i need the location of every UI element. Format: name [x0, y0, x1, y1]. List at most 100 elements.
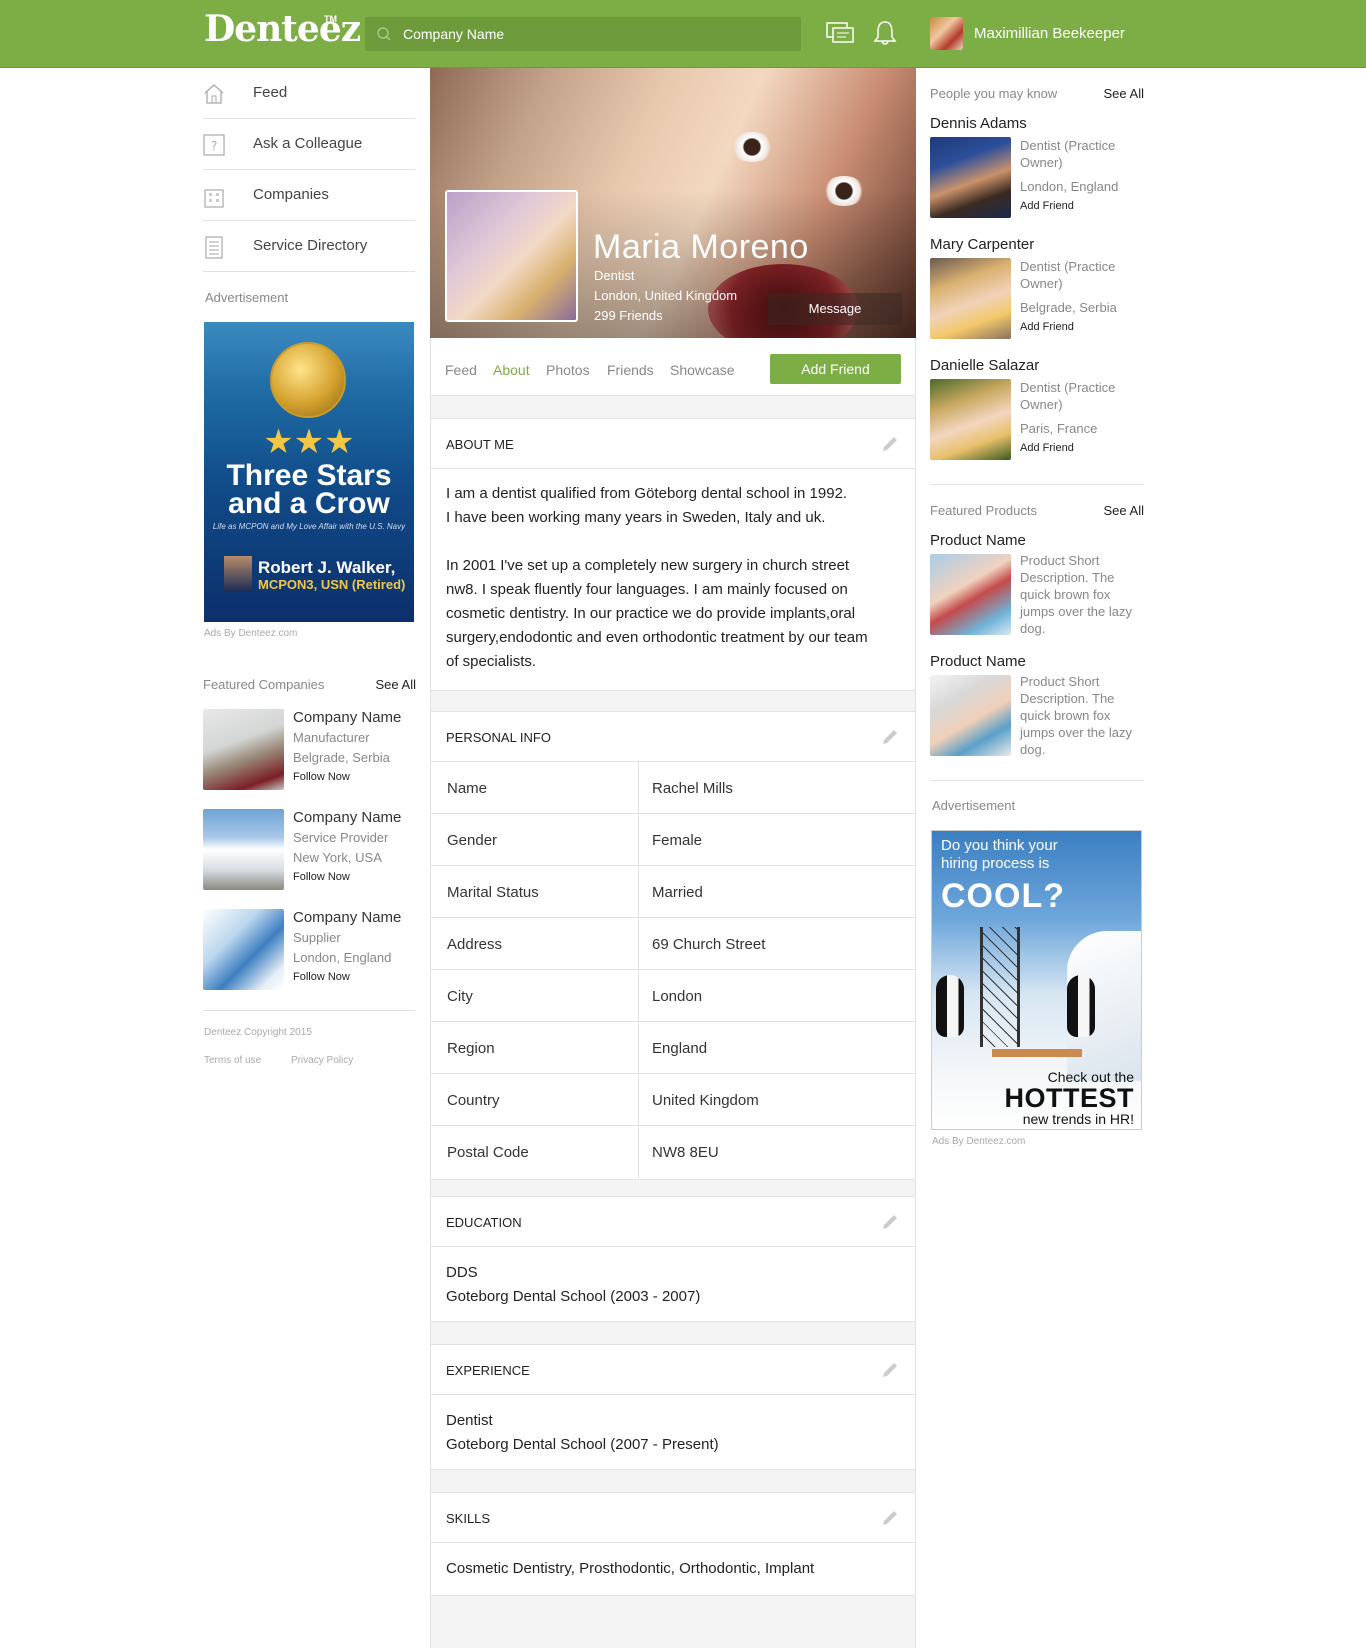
edit-pencil-icon[interactable] [880, 1212, 900, 1232]
company-thumbnail[interactable] [203, 809, 284, 890]
person-name[interactable]: Dennis Adams [930, 115, 1027, 132]
product-name[interactable]: Product Name [930, 532, 1026, 549]
user-avatar[interactable] [930, 17, 963, 50]
tab-showcase[interactable]: Showcase [670, 362, 735, 378]
penguin-image [1067, 975, 1095, 1037]
company-thumbnail[interactable] [203, 709, 284, 790]
product-name[interactable]: Product Name [930, 653, 1026, 670]
edit-pencil-icon[interactable] [880, 1360, 900, 1380]
ad-line2: HOTTEST [1004, 1083, 1134, 1113]
company-name[interactable]: Company Name [293, 709, 401, 726]
terms-link[interactable]: Terms of use [204, 1055, 261, 1066]
featured-companies-label: Featured Companies [203, 677, 325, 692]
medal-image [270, 342, 346, 418]
search-input[interactable]: Company Name [403, 26, 504, 42]
education-heading: EDUCATION [446, 1215, 522, 1230]
follow-now-link[interactable]: Follow Now [293, 871, 350, 883]
nav-label: Companies [253, 186, 329, 203]
company-thumbnail[interactable] [203, 909, 284, 990]
ad-line3: new trends in HR! [1022, 1111, 1134, 1127]
directory-icon [205, 236, 223, 259]
message-button[interactable]: Message [768, 293, 902, 325]
messages-icon[interactable] [826, 20, 854, 46]
company-location: New York, USA [293, 850, 382, 865]
divider [930, 484, 1144, 485]
person-location: London, England [1020, 179, 1119, 194]
person-name[interactable]: Mary Carpenter [930, 236, 1034, 253]
add-friend-button[interactable]: Add Friend [770, 354, 901, 384]
table-image [992, 1049, 1082, 1057]
person-photo[interactable] [930, 137, 1011, 218]
company-item[interactable]: Company Name Manufacturer Belgrade, Serb… [203, 709, 415, 791]
company-name[interactable]: Company Name [293, 809, 401, 826]
notifications-bell-icon[interactable] [873, 20, 897, 46]
nav-label: Ask a Colleague [253, 135, 363, 152]
about-me-card: ABOUT ME I am a dentist qualified from G… [431, 418, 915, 691]
product-item: Product Name Product Short Description. … [930, 653, 1144, 765]
featured-products-see-all[interactable]: See All [1104, 503, 1144, 518]
profile-title: Dentist [594, 268, 635, 283]
nav-item-companies[interactable]: Companies [203, 170, 415, 221]
search-bar[interactable]: Company Name [365, 17, 801, 51]
add-friend-link[interactable]: Add Friend [1020, 321, 1074, 333]
person-name[interactable]: Danielle Salazar [930, 357, 1039, 374]
nav-item-ask-colleague[interactable]: ? Ask a Colleague [203, 119, 415, 170]
three-stars-icon: ★★★ [263, 423, 355, 461]
person-role: Dentist (Practice Owner) [1020, 138, 1116, 170]
edit-pencil-icon[interactable] [880, 434, 900, 454]
skills-list: Cosmetic Dentistry, Prosthodontic, Ortho… [446, 1560, 815, 1577]
education-card: EDUCATION DDS Goteborg Dental School (20… [431, 1196, 915, 1322]
user-name[interactable]: Maximillian Beekeeper [974, 25, 1125, 42]
product-thumbnail[interactable] [930, 675, 1011, 756]
skills-heading: SKILLS [446, 1511, 491, 1526]
person-photo[interactable] [930, 379, 1011, 460]
person-photo[interactable] [930, 258, 1011, 339]
person-location: Paris, France [1020, 421, 1098, 436]
denteez-logo[interactable]: Denteez TM [204, 8, 361, 50]
people-label: People you may know [930, 86, 1058, 101]
info-row: City London [431, 970, 915, 1022]
edit-pencil-icon[interactable] [880, 1508, 900, 1528]
follow-now-link[interactable]: Follow Now [293, 771, 350, 783]
nav-item-feed[interactable]: Feed [203, 68, 415, 119]
author-photo [224, 556, 252, 592]
edit-pencil-icon[interactable] [880, 727, 900, 747]
person-suggestion: Dennis Adams Dentist (Practice Owner) Lo… [930, 115, 1144, 227]
ad-cool-text: COOL? [941, 877, 1065, 915]
company-item[interactable]: Company Name Service Provider New York, … [203, 809, 415, 891]
ad-book-subtitle: Life as MCPON and My Love Affair with th… [212, 522, 406, 531]
left-advertisement[interactable]: ★★★ Three Stars and a Crow Life as MCPON … [204, 322, 414, 622]
product-thumbnail[interactable] [930, 554, 1011, 635]
nav-item-service-directory[interactable]: Service Directory [203, 221, 415, 272]
follow-now-link[interactable]: Follow Now [293, 971, 350, 983]
add-friend-link[interactable]: Add Friend [1020, 442, 1074, 454]
add-friend-link[interactable]: Add Friend [1020, 200, 1074, 212]
tab-photos[interactable]: Photos [546, 362, 590, 378]
tab-feed[interactable]: Feed [445, 362, 477, 378]
person-suggestion: Danielle Salazar Dentist (Practice Owner… [930, 357, 1144, 469]
featured-companies-header: Featured Companies See All [203, 677, 416, 697]
featured-companies-see-all[interactable]: See All [376, 677, 416, 692]
ad-question: Do you think your hiring process is [941, 837, 1058, 872]
card-header: SKILLS [431, 1493, 915, 1543]
privacy-link[interactable]: Privacy Policy [291, 1055, 353, 1066]
building-icon [204, 189, 224, 208]
featured-products-header: Featured Products See All [930, 503, 1144, 523]
profile-friends-count[interactable]: 299 Friends [594, 308, 663, 323]
divider [203, 1010, 415, 1011]
people-see-all[interactable]: See All [1104, 86, 1144, 101]
tab-about[interactable]: About [493, 362, 530, 378]
right-ad-label: Advertisement [932, 798, 1016, 813]
company-name[interactable]: Company Name [293, 909, 401, 926]
right-advertisement[interactable]: Do you think your hiring process is COOL… [931, 830, 1142, 1130]
company-location: London, England [293, 950, 392, 965]
profile-avatar[interactable] [445, 190, 578, 322]
company-location: Belgrade, Serbia [293, 750, 390, 765]
company-item[interactable]: Company Name Supplier London, England Fo… [203, 909, 415, 991]
card-header: PERSONAL INFO [431, 712, 915, 762]
tab-friends[interactable]: Friends [607, 362, 654, 378]
product-item: Product Name Product Short Description. … [930, 532, 1144, 644]
company-type: Service Provider [293, 830, 389, 845]
right-ad-credit: Ads By Denteez.com [932, 1136, 1026, 1147]
user-menu[interactable]: Maximillian Beekeeper [930, 16, 1170, 52]
